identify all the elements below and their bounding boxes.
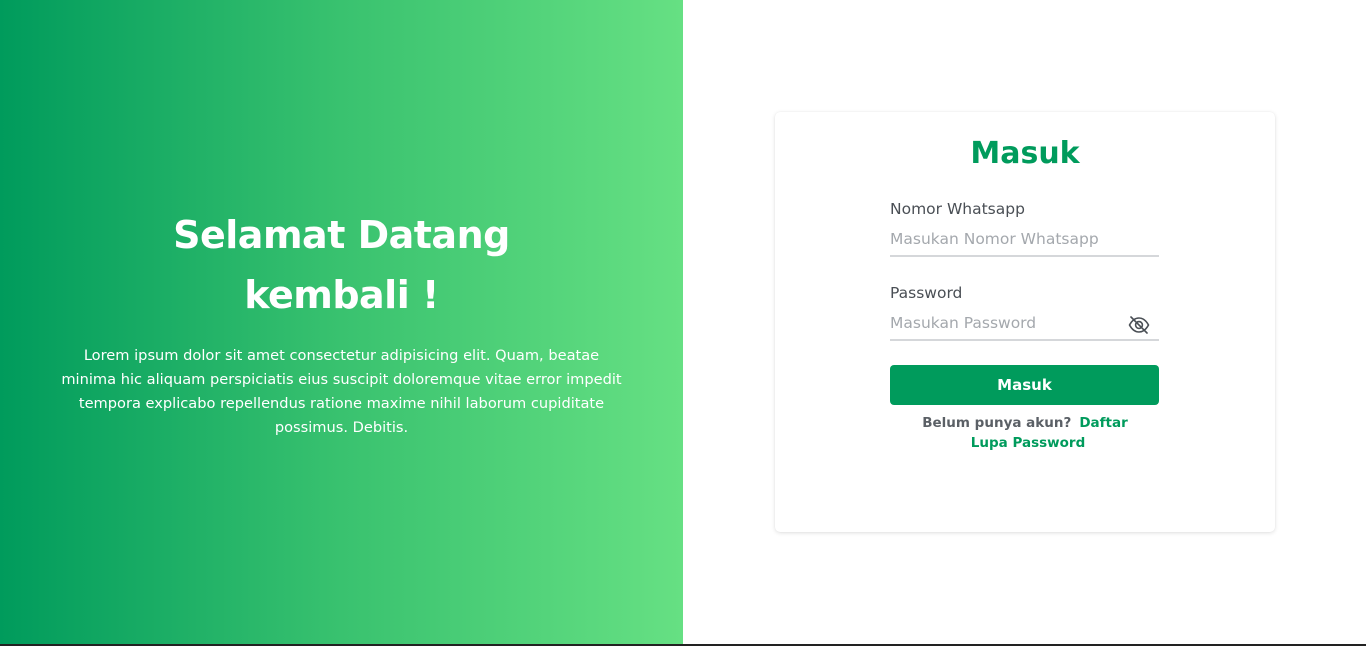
welcome-panel: Selamat Datang kembali ! Lorem ipsum dol…: [0, 0, 683, 646]
whatsapp-label: Nomor Whatsapp: [890, 200, 1025, 218]
whatsapp-input[interactable]: [890, 223, 1159, 257]
password-label: Password: [890, 284, 963, 302]
login-title: Masuk: [970, 136, 1080, 171]
login-card: Masuk Nomor Whatsapp Password Masuk Belu…: [775, 112, 1275, 532]
eye-off-icon[interactable]: [1128, 315, 1150, 335]
register-link[interactable]: Daftar: [1079, 415, 1127, 431]
forgot-password-link[interactable]: Lupa Password: [971, 435, 1085, 451]
no-account-text: Belum punya akun?: [922, 415, 1072, 431]
welcome-title: Selamat Datang kembali !: [0, 205, 683, 325]
forgot-row: Lupa Password: [775, 433, 1281, 453]
login-button[interactable]: Masuk: [890, 365, 1159, 405]
signup-row: Belum punya akun? Daftar: [775, 413, 1275, 433]
welcome-title-line-2: kembali !: [244, 273, 439, 317]
welcome-description: Lorem ipsum dolor sit amet consectetur a…: [61, 347, 622, 436]
welcome-title-line-1: Selamat Datang: [173, 213, 510, 257]
password-input[interactable]: [890, 307, 1159, 341]
